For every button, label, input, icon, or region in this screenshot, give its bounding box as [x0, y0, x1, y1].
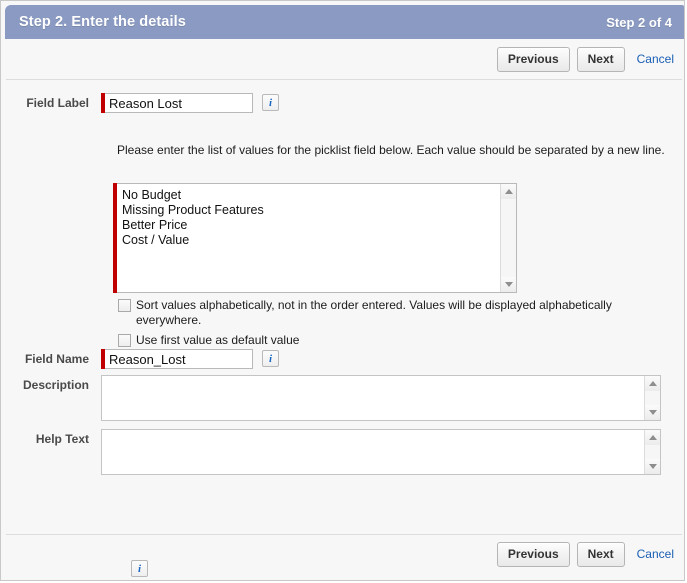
toolbar-top-divider [6, 79, 682, 80]
description-textarea[interactable] [102, 376, 644, 420]
form-body: Field Label i Please enter the list of v… [5, 81, 684, 577]
sort-values-checkbox[interactable] [118, 299, 131, 312]
default-value-checkbox-row[interactable]: Use first value as default value [118, 333, 299, 348]
picklist-scrollbar[interactable] [500, 184, 516, 292]
previous-button-bottom[interactable]: Previous [496, 541, 570, 567]
picklist-values-group: No Budget Missing Product Features Bette… [113, 183, 517, 293]
next-button-bottom[interactable]: Next [576, 541, 625, 567]
info-icon-field-label[interactable]: i [262, 94, 279, 111]
field-name-input[interactable] [105, 349, 253, 369]
page-title: Step 2. Enter the details [19, 14, 186, 30]
step-indicator: Step 2 of 4 [606, 14, 672, 30]
scroll-down-arrow-icon-picklist[interactable] [501, 277, 516, 292]
next-button-top[interactable]: Next [576, 46, 625, 72]
description-scrollbar[interactable] [644, 376, 660, 420]
sort-values-checkbox-row[interactable]: Sort values alphabetically, not in the o… [118, 298, 673, 328]
scroll-up-arrow-icon-picklist[interactable] [501, 184, 516, 199]
wizard-page: Step 2. Enter the details Step 2 of 4 Pr… [0, 0, 685, 581]
cancel-link-top[interactable]: Cancel [637, 52, 674, 66]
scroll-up-arrow-icon-help-text[interactable] [645, 430, 660, 445]
field-name-input-group [101, 349, 253, 369]
sort-values-checkbox-label: Sort values alphabetically, not in the o… [136, 298, 612, 327]
field-label-row: Field Label i [5, 93, 279, 113]
help-text-caption: Help Text [35, 432, 89, 446]
previous-button-top[interactable]: Previous [496, 46, 570, 72]
default-value-checkbox[interactable] [118, 334, 131, 347]
wizard-header: Step 2. Enter the details Step 2 of 4 [5, 5, 684, 39]
picklist-scroll-track[interactable] [501, 199, 516, 277]
field-name-caption: Field Name [24, 352, 89, 366]
help-text-field-wrap[interactable] [101, 429, 661, 475]
scroll-down-arrow-icon-description[interactable] [645, 405, 660, 420]
help-text-scrollbar[interactable] [644, 430, 660, 474]
field-name-row: Field Name i [5, 349, 279, 369]
help-text-scroll-track[interactable] [645, 445, 660, 459]
field-label-caption: Field Label [26, 96, 89, 110]
toolbar-top: Previous Next Cancel [5, 40, 684, 78]
picklist-instruction: Please enter the list of values for the … [117, 143, 665, 157]
field-label-input[interactable] [105, 93, 253, 113]
picklist-values-box[interactable]: No Budget Missing Product Features Bette… [117, 183, 517, 293]
description-scroll-track[interactable] [645, 391, 660, 405]
toolbar-bottom: Previous Next Cancel [5, 535, 684, 573]
description-row: Description [5, 375, 661, 421]
scroll-up-arrow-icon-description[interactable] [645, 376, 660, 391]
field-label-input-group [101, 93, 253, 113]
picklist-values-textarea[interactable]: No Budget Missing Product Features Bette… [117, 184, 500, 292]
help-text-row: Help Text [5, 429, 661, 475]
description-caption: Description [22, 378, 89, 392]
description-field-wrap[interactable] [101, 375, 661, 421]
info-icon-field-name[interactable]: i [262, 350, 279, 367]
help-text-textarea[interactable] [102, 430, 644, 474]
default-value-checkbox-label: Use first value as default value [136, 333, 300, 347]
cancel-link-bottom[interactable]: Cancel [637, 547, 674, 561]
scroll-down-arrow-icon-help-text[interactable] [645, 459, 660, 474]
